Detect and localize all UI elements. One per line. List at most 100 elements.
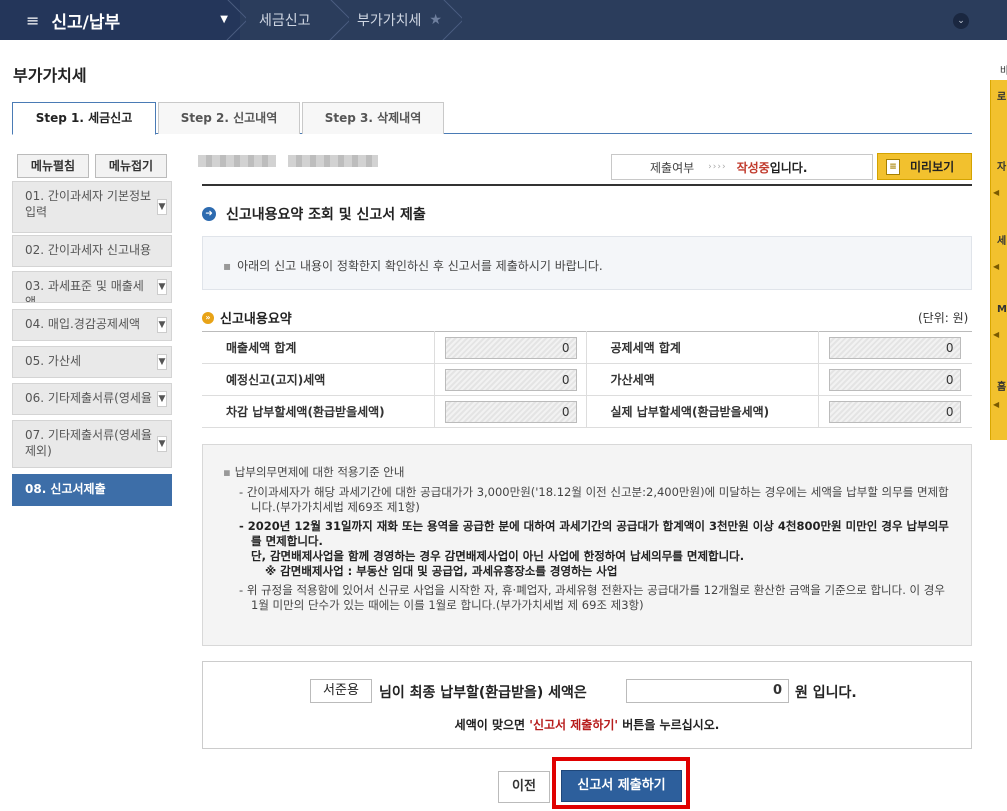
section-title-text: 신고내용요약 조회 및 신고서 제출 <box>226 207 426 223</box>
submit-return-button[interactable]: 신고서 제출하기 <box>561 770 682 802</box>
penalty-tax: 0 <box>828 368 961 391</box>
right-rail-label: 바 <box>1000 66 1007 77</box>
guide-item: - 2020년 12월 31일까지 재화 또는 용역을 공급한 분에 대하여 과… <box>239 519 949 548</box>
guide-text: 간이과세자가 해당 과세기간에 대한 공급대가가 3,000만원('18.12월… <box>246 485 949 514</box>
actual-tax-payable: 0 <box>828 400 961 423</box>
final-tax-amount: 0 <box>626 679 789 703</box>
sidebar-item-06[interactable]: 06. 기타제출서류(영세율 ▼ <box>12 383 172 415</box>
preview-button[interactable]: ≡ 미리보기 <box>877 153 972 180</box>
breadcrumb-separator <box>226 0 246 40</box>
prev-button[interactable]: 이전 <box>498 771 550 803</box>
tab-step3[interactable]: Step 3. 삭제내역 <box>302 102 444 134</box>
unit-label: (단위: 원) <box>918 311 969 325</box>
hint-text: 버튼을 누르십시오. <box>618 718 720 732</box>
guide-item: - 간이과세자가 해당 과세기간에 대한 공급대가가 3,000만원('18.1… <box>239 485 949 514</box>
tab-step2[interactable]: Step 2. 신고내역 <box>158 102 300 134</box>
summary-field: 0 <box>817 395 972 428</box>
quick-menu-item[interactable]: 자 <box>997 158 1006 173</box>
table-row: 차감 납부할세액(환급받을세액) 0 실제 납부할세액(환급받을세액) 0 <box>202 395 972 428</box>
arrow-right-icon: ➜ <box>202 207 216 221</box>
chevron-down-icon[interactable]: ▼ <box>157 391 167 407</box>
submit-highlight: 신고서 제출하기 <box>552 757 690 809</box>
final-text-1: 님이 최종 납부할(환급받을) 세액은 <box>379 685 587 701</box>
arrow-left-icon[interactable]: ◀ <box>993 400 999 409</box>
sidebar-item-03[interactable]: 03. 과세표준 및 매출세액 ▼ <box>12 271 172 303</box>
top-navigation-bar: ≡ 신고/납부 ▼ 세금신고 부가가치세 ★ ⌄ <box>0 0 1007 40</box>
guide-item: ※ 감면배제사업 : 부동산 임대 및 공급업, 과세유흥장소를 경영하는 사업 <box>223 564 951 579</box>
menu-expand-button[interactable]: 메뉴펼침 <box>17 154 89 178</box>
summary-title-text: 신고내용요약 <box>220 312 292 327</box>
quick-menu-item[interactable]: 로 <box>997 88 1006 103</box>
guide-text: 위 규정을 적용함에 있어서 신규로 사업을 시작한 자, 휴·폐업자, 과세유… <box>246 583 945 612</box>
summary-label: 공제세액 합계 <box>586 331 818 364</box>
exemption-guide: ▪ 납부의무면제에 대한 적용기준 안내 - 간이과세자가 해당 과세기간에 대한… <box>202 444 972 646</box>
status-suffix: 입니다. <box>769 160 808 175</box>
chevron-down-icon[interactable]: ⌄ <box>953 13 969 29</box>
quick-menu-item[interactable]: M <box>997 304 1007 315</box>
main-menu-dropdown[interactable]: ≡ 신고/납부 ▼ <box>0 0 240 40</box>
arrows-icon: ›››› <box>708 162 727 172</box>
notice-text: 아래의 신고 내용이 정확한지 확인하신 후 신고서를 제출하시기 바랍니다. <box>237 259 603 273</box>
sidebar-item-01[interactable]: 01. 간이과세자 기본정보 입력 ▼ <box>12 181 172 233</box>
document-icon: ≡ <box>886 158 900 175</box>
summary-field: 0 <box>433 363 587 396</box>
sidebar-item-label: 01. 간이과세자 기본정보 입력 <box>25 189 152 219</box>
notice-box: ▪ 아래의 신고 내용이 정확한지 확인하신 후 신고서를 제출하시기 바랍니다. <box>202 236 972 290</box>
section-divider <box>202 184 972 186</box>
bullet-icon: ▪ <box>223 465 231 479</box>
sales-tax-total: 0 <box>444 336 577 359</box>
sidebar-item-04[interactable]: 04. 매입.경감공제세액 ▼ <box>12 309 172 341</box>
chevron-down-icon[interactable]: ▼ <box>157 354 167 370</box>
tab-step1[interactable]: Step 1. 세금신고 <box>12 102 156 135</box>
right-quick-menu: 로 자 ◀ 세 ◀ M ◀ 홈 ◀ <box>990 80 1007 440</box>
guide-item: 단, 감면배제사업을 함께 경영하는 경우 감면배제사업이 아닌 사업에 한정하… <box>223 549 951 564</box>
summary-label: 차감 납부할세액(환급받을세액) <box>202 395 434 428</box>
taxpayer-name: 서준용 <box>310 679 372 703</box>
sidebar-item-label: 03. 과세표준 및 매출세액 <box>25 279 144 303</box>
quick-menu-item[interactable]: 홈 <box>997 378 1006 393</box>
section-title: ➜ 신고내용요약 조회 및 신고서 제출 <box>202 204 426 224</box>
summary-label: 가산세액 <box>586 363 818 396</box>
main-menu-title: 신고/납부 <box>51 12 121 33</box>
chevron-down-icon[interactable]: ▼ <box>157 199 167 215</box>
guide-text: 2020년 12월 31일까지 재화 또는 용역을 공급한 분에 대하여 과세기… <box>247 519 949 548</box>
status-state: 작성중 <box>736 160 770 175</box>
summary-title: » 신고내용요약 <box>202 308 292 327</box>
bullet-icon: ▪ <box>223 259 232 273</box>
summary-label: 매출세액 합계 <box>202 331 434 364</box>
sidebar-item-08[interactable]: 08. 신고서제출 <box>12 474 172 506</box>
chevron-down-icon[interactable]: ▼ <box>157 317 167 333</box>
guide-title: ▪ 납부의무면제에 대한 적용기준 안내 <box>223 465 951 480</box>
sidebar-item-07[interactable]: 07. 기타제출서류(영세율 제외) ▼ <box>12 420 172 468</box>
page-title: 부가가치세 <box>13 66 87 85</box>
arrow-left-icon[interactable]: ◀ <box>993 188 999 197</box>
sidebar-item-05[interactable]: 05. 가산세 ▼ <box>12 346 172 378</box>
summary-field: 0 <box>817 331 972 364</box>
sidebar-item-label: 06. 기타제출서류(영세율 <box>25 391 152 405</box>
chevron-down-icon[interactable]: ▼ <box>157 436 167 452</box>
sidebar-item-label: 08. 신고서제출 <box>25 482 106 496</box>
preliminary-tax: 0 <box>444 368 577 391</box>
chevron-down-icon[interactable]: ▼ <box>157 279 167 295</box>
star-icon[interactable]: ★ <box>429 12 442 28</box>
table-row: 매출세액 합계 0 공제세액 합계 0 <box>202 331 972 364</box>
arrow-left-icon[interactable]: ◀ <box>993 330 999 339</box>
breadcrumb-vat[interactable]: 부가가치세 ★ <box>357 0 442 40</box>
preview-label: 미리보기 <box>910 160 955 174</box>
breadcrumb-separator <box>329 0 349 40</box>
summary-field: 0 <box>433 331 587 364</box>
final-text-2: 원 입니다. <box>795 685 857 701</box>
quick-menu-item[interactable]: 세 <box>997 232 1006 247</box>
guide-text: ※ 감면배제사업 : 부동산 임대 및 공급업, 과세유흥장소를 경영하는 사업 <box>265 564 618 578</box>
sidebar-item-label: 07. 기타제출서류(영세율 제외) <box>25 428 152 458</box>
arrow-left-icon[interactable]: ◀ <box>993 262 999 271</box>
submission-status: 제출여부 ›››› 작성중 입니다. <box>611 154 873 180</box>
net-tax-payable: 0 <box>444 400 577 423</box>
breadcrumb-tax-filing[interactable]: 세금신고 <box>259 0 311 40</box>
sidebar-item-label: 04. 매입.경감공제세액 <box>25 317 141 331</box>
guide-item: - 위 규정을 적용함에 있어서 신규로 사업을 시작한 자, 휴·폐업자, 과… <box>239 583 945 612</box>
menu-collapse-button[interactable]: 메뉴접기 <box>95 154 167 178</box>
sidebar-item-02[interactable]: 02. 간이과세자 신고내용 <box>12 235 172 267</box>
breadcrumb-vat-label: 부가가치세 <box>357 13 422 29</box>
summary-field: 0 <box>433 395 587 428</box>
